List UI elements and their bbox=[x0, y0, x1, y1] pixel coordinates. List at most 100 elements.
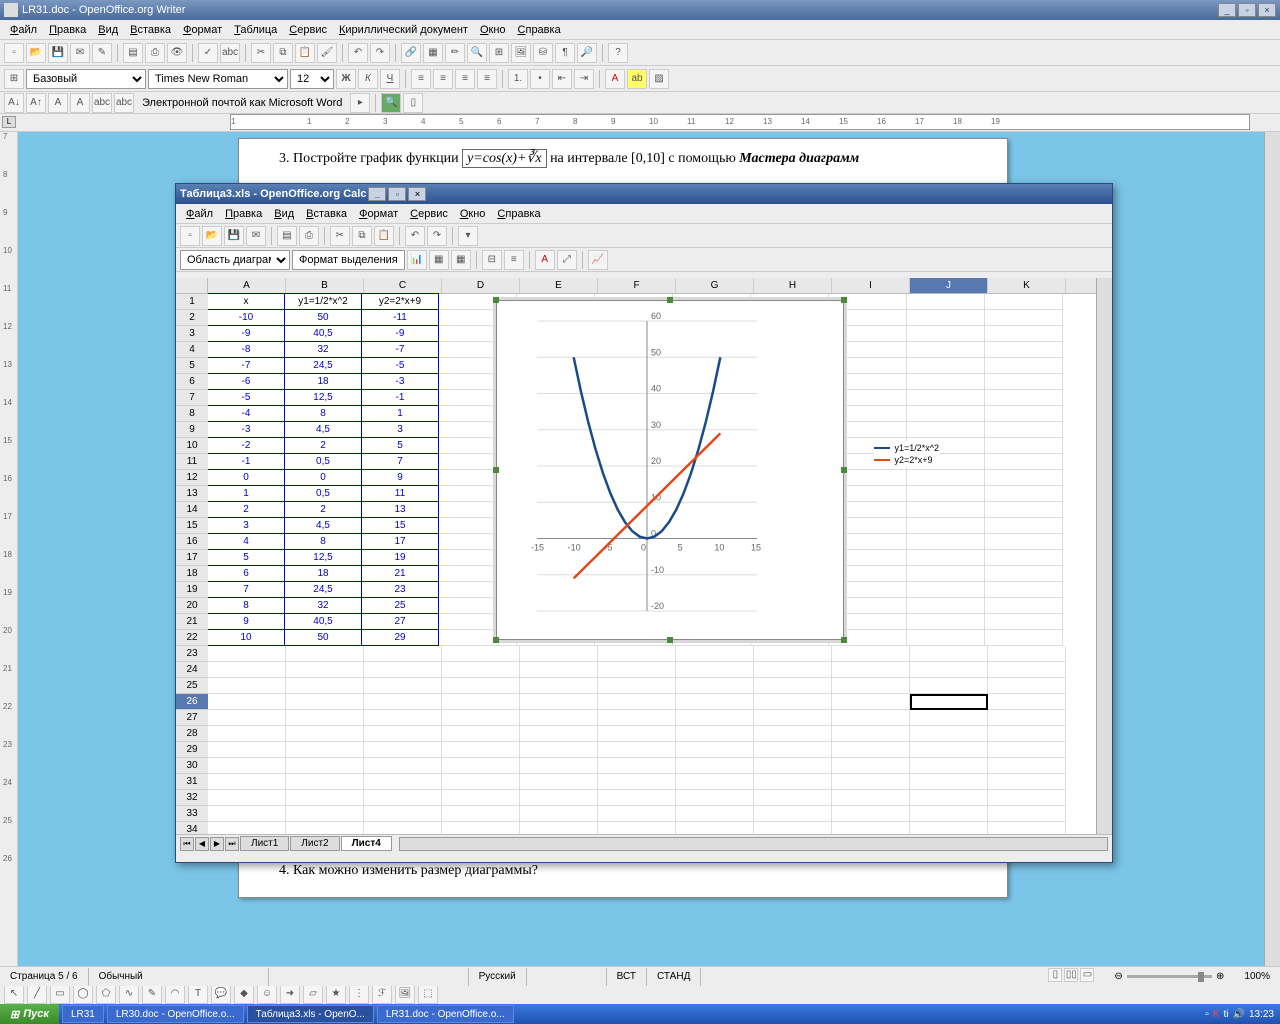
cell-G30[interactable] bbox=[676, 758, 754, 774]
cell-G29[interactable] bbox=[676, 742, 754, 758]
calc-undo-icon[interactable]: ↶ bbox=[405, 226, 425, 246]
cell-G25[interactable] bbox=[676, 678, 754, 694]
cell-A31[interactable] bbox=[208, 774, 286, 790]
cell-B16[interactable]: 8 bbox=[284, 533, 362, 550]
line-icon[interactable]: ╱ bbox=[27, 984, 47, 1004]
calc-menu-Сервис[interactable]: Сервис bbox=[404, 206, 454, 222]
rowhead-24[interactable]: 24 bbox=[176, 662, 208, 678]
cell-C34[interactable] bbox=[364, 822, 442, 834]
cell-K17[interactable] bbox=[985, 550, 1063, 566]
cell-K27[interactable] bbox=[988, 710, 1066, 726]
pdf-icon[interactable]: ▤ bbox=[123, 43, 143, 63]
writer-menu-Файл[interactable]: Файл bbox=[4, 22, 43, 38]
rowhead-21[interactable]: 21 bbox=[176, 614, 208, 630]
arrow-icon[interactable]: ▸ bbox=[350, 93, 370, 113]
cell-J9[interactable] bbox=[907, 422, 985, 438]
save-icon[interactable]: 💾 bbox=[48, 43, 68, 63]
cell-F30[interactable] bbox=[598, 758, 676, 774]
cell-K19[interactable] bbox=[985, 582, 1063, 598]
preview-icon[interactable]: 👁 bbox=[167, 43, 187, 63]
freeline-icon[interactable]: ✎ bbox=[142, 984, 162, 1004]
minimize-button[interactable]: _ bbox=[1218, 3, 1236, 17]
cell-J34[interactable] bbox=[910, 822, 988, 834]
calc-cut-icon[interactable]: ✂ bbox=[330, 226, 350, 246]
cell-K16[interactable] bbox=[985, 534, 1063, 550]
cell-J1[interactable] bbox=[907, 294, 985, 310]
rowhead-8[interactable]: 8 bbox=[176, 406, 208, 422]
sheet-nav-first[interactable]: ⏮ bbox=[180, 837, 194, 851]
selectall-corner[interactable] bbox=[176, 278, 208, 294]
cell-D29[interactable] bbox=[442, 742, 520, 758]
cell-D31[interactable] bbox=[442, 774, 520, 790]
cell-K2[interactable] bbox=[985, 310, 1063, 326]
cell-B27[interactable] bbox=[286, 710, 364, 726]
cell-J15[interactable] bbox=[907, 518, 985, 534]
rowhead-33[interactable]: 33 bbox=[176, 806, 208, 822]
cell-B11[interactable]: 0,5 bbox=[284, 453, 362, 470]
cell-A23[interactable] bbox=[208, 646, 286, 662]
start-button[interactable]: ⊞ Пуск bbox=[0, 1004, 59, 1024]
cell-C10[interactable]: 5 bbox=[361, 437, 439, 454]
calc-vscrollbar[interactable] bbox=[1096, 278, 1112, 834]
cell-J6[interactable] bbox=[907, 374, 985, 390]
writer-menu-Формат[interactable]: Формат bbox=[177, 22, 228, 38]
cell-A11[interactable]: -1 bbox=[208, 453, 285, 470]
cell-B10[interactable]: 2 bbox=[284, 437, 362, 454]
print-icon[interactable]: ⎙ bbox=[145, 43, 165, 63]
bullist-icon[interactable]: • bbox=[530, 69, 550, 89]
cell-F34[interactable] bbox=[598, 822, 676, 834]
cell-B21[interactable]: 40,5 bbox=[284, 613, 362, 630]
cell-K26[interactable] bbox=[988, 694, 1066, 710]
cell-E26[interactable] bbox=[520, 694, 598, 710]
cell-H23[interactable] bbox=[754, 646, 832, 662]
cell-D23[interactable] bbox=[442, 646, 520, 662]
rowhead-7[interactable]: 7 bbox=[176, 390, 208, 406]
cell-K20[interactable] bbox=[985, 598, 1063, 614]
style-select[interactable]: Базовый bbox=[26, 69, 146, 89]
sheet-tab-Лист4[interactable]: Лист4 bbox=[341, 836, 392, 851]
colhead-J[interactable]: J bbox=[910, 278, 988, 293]
cell-H32[interactable] bbox=[754, 790, 832, 806]
cell-J16[interactable] bbox=[907, 534, 985, 550]
rowhead-31[interactable]: 31 bbox=[176, 774, 208, 790]
cell-D32[interactable] bbox=[442, 790, 520, 806]
cell-I24[interactable] bbox=[832, 662, 910, 678]
rect-icon[interactable]: ▭ bbox=[50, 984, 70, 1004]
cell-D28[interactable] bbox=[442, 726, 520, 742]
rowhead-9[interactable]: 9 bbox=[176, 422, 208, 438]
cell-I25[interactable] bbox=[832, 678, 910, 694]
cell-J2[interactable] bbox=[907, 310, 985, 326]
cell-A30[interactable] bbox=[208, 758, 286, 774]
calc-maximize-button[interactable]: ▫ bbox=[388, 187, 406, 201]
cell-C5[interactable]: -5 bbox=[361, 357, 439, 374]
cell-C23[interactable] bbox=[364, 646, 442, 662]
cell-K14[interactable] bbox=[985, 502, 1063, 518]
undo-icon[interactable]: ↶ bbox=[348, 43, 368, 63]
cell-D34[interactable] bbox=[442, 822, 520, 834]
pointer-icon[interactable]: ↖ bbox=[4, 984, 24, 1004]
writer-menu-Окно[interactable]: Окно bbox=[474, 22, 512, 38]
fontwork-icon[interactable]: ℱ bbox=[372, 984, 392, 1004]
cell-J32[interactable] bbox=[910, 790, 988, 806]
cell-C12[interactable]: 9 bbox=[361, 469, 439, 486]
highlight-icon[interactable]: ab bbox=[627, 69, 647, 89]
cell-J14[interactable] bbox=[907, 502, 985, 518]
calc-save-icon[interactable]: 💾 bbox=[224, 226, 244, 246]
rowhead-6[interactable]: 6 bbox=[176, 374, 208, 390]
chart-hgrid-icon[interactable]: ≡ bbox=[504, 250, 524, 270]
cell-H29[interactable] bbox=[754, 742, 832, 758]
fromfile-icon[interactable]: 🖼 bbox=[395, 984, 415, 1004]
sheet-nav-last[interactable]: ⏭ bbox=[225, 837, 239, 851]
cell-B12[interactable]: 0 bbox=[284, 469, 362, 486]
italic-icon[interactable]: К bbox=[358, 69, 378, 89]
abc-icon[interactable]: abc bbox=[92, 93, 112, 113]
cell-B19[interactable]: 24,5 bbox=[284, 581, 362, 598]
cell-C26[interactable] bbox=[364, 694, 442, 710]
cell-I26[interactable] bbox=[832, 694, 910, 710]
mail-icon[interactable]: ✉ bbox=[70, 43, 90, 63]
cell-J27[interactable] bbox=[910, 710, 988, 726]
cell-K33[interactable] bbox=[988, 806, 1066, 822]
nav-icon[interactable]: ⊞ bbox=[489, 43, 509, 63]
calc-close-button[interactable]: × bbox=[408, 187, 426, 201]
indent-icon[interactable]: ⇥ bbox=[574, 69, 594, 89]
